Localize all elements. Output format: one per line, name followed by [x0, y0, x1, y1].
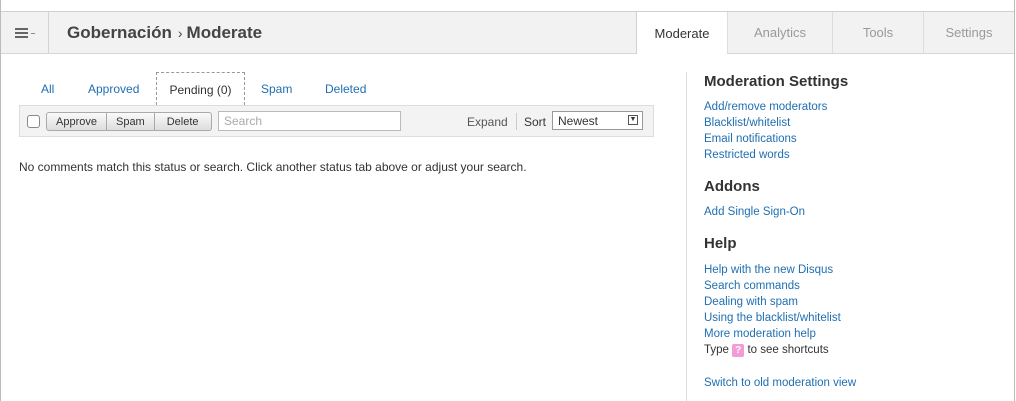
sort-select-value: Newest [558, 114, 599, 128]
status-tab-spam[interactable]: Spam [261, 82, 292, 96]
search-input[interactable] [218, 111, 401, 131]
shortcut-key: ? [732, 344, 745, 357]
tab-settings[interactable]: Settings [923, 12, 1014, 53]
main-tabs: Moderate Analytics Tools Settings [636, 12, 1014, 54]
sidebar: Moderation Settings Add/remove moderator… [704, 73, 1004, 391]
expand-toggle[interactable]: Expand [467, 115, 508, 129]
status-tab-pending[interactable]: Pending (0) [156, 72, 245, 105]
spam-button[interactable]: Spam [106, 112, 155, 131]
menu-button[interactable] [1, 12, 49, 53]
approve-button[interactable]: Approve [46, 112, 107, 131]
sidebar-divider [686, 72, 687, 401]
addons-heading: Addons [704, 178, 760, 195]
empty-state-message: No comments match this status or search.… [19, 160, 527, 174]
tab-moderate[interactable]: Moderate [636, 12, 727, 54]
select-arrow-icon: ▼ [628, 115, 638, 125]
breadcrumb: Gobernación › Moderate [67, 23, 262, 43]
bulk-toolbar: Approve Spam Delete Expand Sort Newest ▼ [19, 105, 654, 137]
breadcrumb-site[interactable]: Gobernación [67, 23, 172, 42]
more-help-link[interactable]: More moderation help [704, 326, 1004, 342]
add-remove-moderators-link[interactable]: Add/remove moderators [704, 99, 1004, 115]
shortcuts-hint: Type ? to see shortcuts [704, 342, 1004, 358]
blacklist-whitelist-link[interactable]: Blacklist/whitelist [704, 115, 1004, 131]
restricted-words-link[interactable]: Restricted words [704, 147, 1004, 163]
using-blacklist-link[interactable]: Using the blacklist/whitelist [704, 310, 1004, 326]
status-tab-approved[interactable]: Approved [88, 82, 139, 96]
app-frame: Gobernación › Moderate Moderate Analytics … [0, 0, 1015, 401]
tab-analytics[interactable]: Analytics [727, 12, 832, 53]
tab-tools[interactable]: Tools [832, 12, 923, 53]
dealing-with-spam-link[interactable]: Dealing with spam [704, 294, 1004, 310]
help-new-disqus-link[interactable]: Help with the new Disqus [704, 262, 1004, 278]
delete-button[interactable]: Delete [154, 112, 212, 131]
search-commands-link[interactable]: Search commands [704, 278, 1004, 294]
select-all-checkbox[interactable] [27, 115, 40, 128]
old-moderation-view-link[interactable]: Switch to old moderation view [704, 375, 1004, 391]
add-sso-link[interactable]: Add Single Sign-On [704, 204, 1004, 220]
breadcrumb-separator: › [177, 25, 183, 41]
moderation-settings-heading: Moderation Settings [704, 73, 849, 90]
toolbar-divider [516, 113, 517, 130]
top-bar: Gobernación › Moderate Moderate Analytics … [1, 11, 1014, 54]
status-tabs: All Approved Pending (0) Spam Deleted [19, 72, 672, 105]
sort-label: Sort [524, 115, 547, 129]
email-notifications-link[interactable]: Email notifications [704, 131, 1004, 147]
help-heading: Help [704, 235, 737, 252]
bulk-action-buttons: Approve Spam Delete [46, 112, 212, 131]
status-tab-all[interactable]: All [41, 82, 54, 96]
shortcuts-hint-suffix: to see shortcuts [747, 344, 829, 356]
shortcuts-hint-prefix: Type [704, 344, 729, 356]
sort-select[interactable]: Newest ▼ [552, 111, 643, 130]
breadcrumb-current: Moderate [186, 23, 263, 42]
hamburger-icon [14, 27, 28, 38]
status-tab-deleted[interactable]: Deleted [325, 82, 366, 96]
comments-panel: All Approved Pending (0) Spam Deleted Ap… [19, 72, 672, 174]
dropdown-indicator-icon [30, 32, 35, 34]
